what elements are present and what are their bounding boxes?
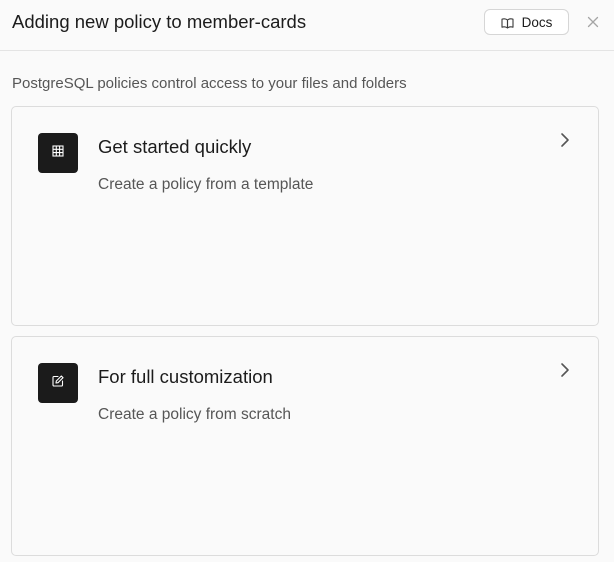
- scratch-policy-card[interactable]: For full customization Create a policy f…: [11, 336, 599, 556]
- close-icon: [587, 15, 599, 33]
- docs-button-label: Docs: [521, 14, 553, 30]
- icon-tile: [38, 363, 78, 403]
- book-icon: [501, 17, 514, 29]
- docs-button[interactable]: Docs: [484, 9, 569, 35]
- close-button[interactable]: [585, 16, 601, 32]
- chevron-right-icon: [558, 361, 572, 379]
- icon-tile: [38, 133, 78, 173]
- edit-icon: [52, 374, 64, 392]
- dialog-title: Adding new policy to member-cards: [12, 11, 307, 32]
- card-description: Create a policy from scratch: [98, 406, 291, 423]
- dialog-subtitle: PostgreSQL policies control access to yo…: [12, 75, 407, 92]
- card-title: For full customization: [98, 366, 273, 387]
- grid-icon: [52, 144, 64, 162]
- template-policy-card[interactable]: Get started quickly Create a policy from…: [11, 106, 599, 326]
- card-description: Create a policy from a template: [98, 176, 314, 193]
- dialog-header: Adding new policy to member-cards Docs: [0, 0, 614, 51]
- card-title: Get started quickly: [98, 136, 252, 157]
- chevron-right-icon: [558, 131, 572, 149]
